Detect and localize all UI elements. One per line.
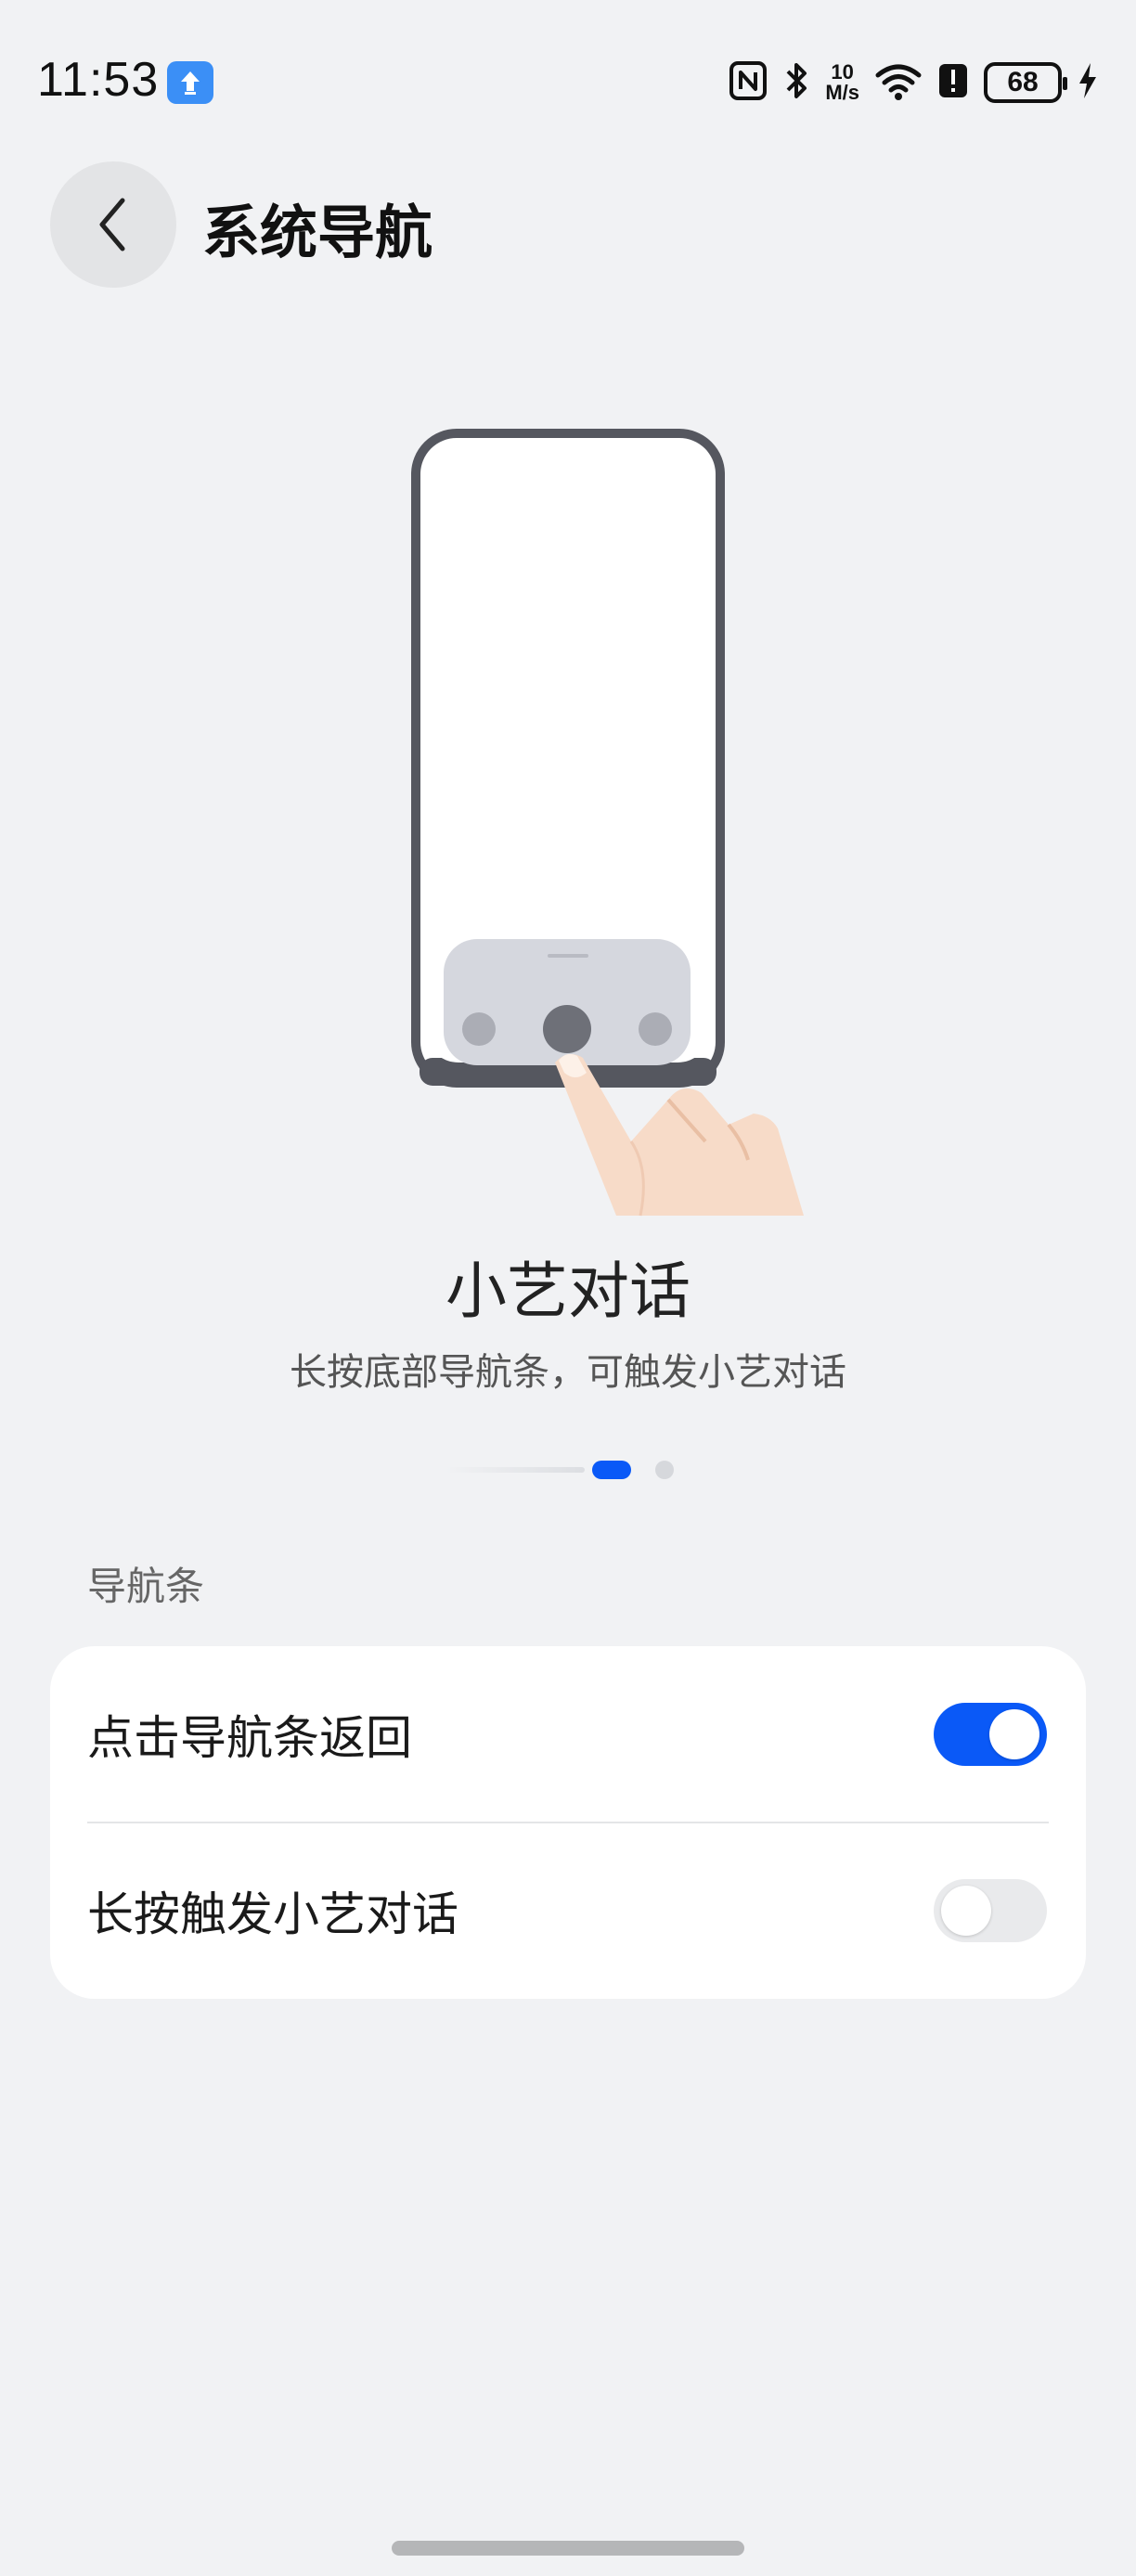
- phone-illustration-icon: [411, 429, 725, 1088]
- gesture-illustration: [0, 408, 1136, 1225]
- tap-back-toggle[interactable]: [934, 1703, 1047, 1766]
- toggle-knob: [989, 1709, 1039, 1759]
- nfc-icon: [729, 60, 768, 105]
- battery-level: 68: [1007, 67, 1039, 97]
- home-indicator[interactable]: [392, 2541, 744, 2556]
- feature-description: 长按底部导航条，可触发小艺对话: [290, 1351, 846, 1394]
- page-indicator-dot-active[interactable]: [592, 1461, 631, 1479]
- setting-label: 长按触发小艺对话: [87, 1887, 458, 1941]
- setting-row-tap-back[interactable]: 点击导航条返回: [50, 1646, 1086, 1823]
- toggle-knob: [941, 1886, 991, 1936]
- feature-title: 小艺对话: [445, 1256, 691, 1327]
- long-press-assistant-toggle[interactable]: [934, 1879, 1047, 1942]
- page-indicator-track: [445, 1467, 585, 1473]
- page-title: 系统导航: [202, 199, 433, 266]
- network-speed-unit: M/s: [825, 81, 859, 104]
- battery-icon: 68: [984, 62, 1067, 103]
- chevron-left-icon: [99, 198, 125, 251]
- charging-icon: [1077, 60, 1099, 105]
- wifi-icon: [874, 60, 923, 105]
- page-indicator-dot[interactable]: [655, 1461, 674, 1479]
- status-bar: 11:53 10 M/s 68: [0, 0, 1136, 139]
- page-indicator[interactable]: [0, 1461, 1136, 1479]
- notification-upload-icon: [167, 61, 213, 104]
- status-time: 11:53: [37, 53, 160, 107]
- network-speed: 10 M/s: [825, 62, 859, 103]
- section-label: 导航条: [87, 1564, 205, 1609]
- network-speed-value: 10: [831, 60, 854, 84]
- alert-icon: [937, 60, 969, 105]
- setting-row-long-press-assistant[interactable]: 长按触发小艺对话: [50, 1823, 1086, 1999]
- status-icons: 10 M/s 68: [729, 58, 1099, 108]
- settings-card: 点击导航条返回 长按触发小艺对话: [50, 1646, 1086, 1999]
- setting-label: 点击导航条返回: [87, 1711, 412, 1765]
- bluetooth-icon: [782, 59, 810, 106]
- back-button[interactable]: [50, 161, 176, 288]
